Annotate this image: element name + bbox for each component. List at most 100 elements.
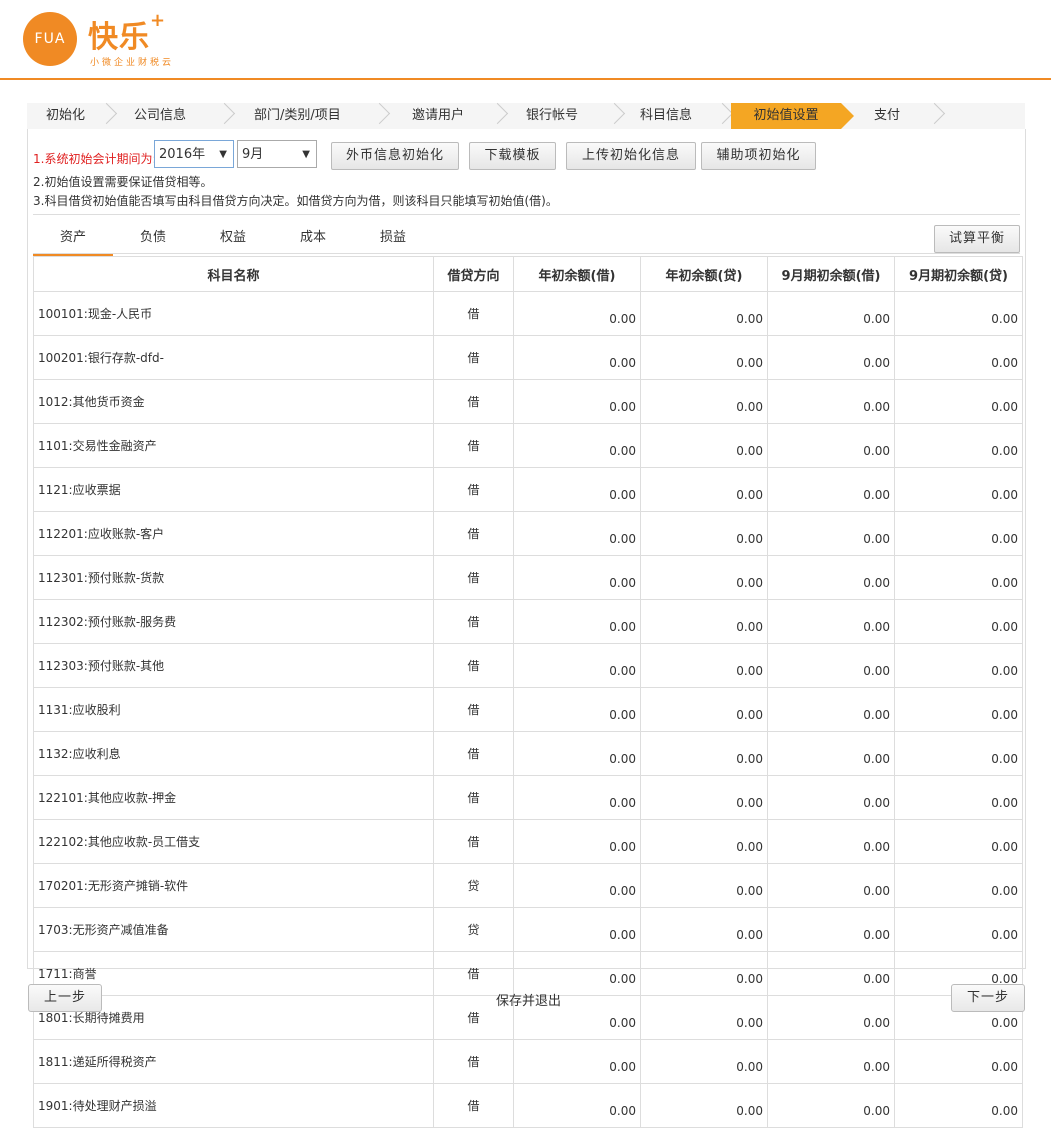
tab-cost[interactable]: 成本: [273, 228, 353, 254]
main-panel: 1.系统初始会计期间为: 2016年 ▼ 9月 ▼ 外币信息初始化 下载模板 上…: [27, 129, 1026, 1128]
period-credit-cell[interactable]: 0.00: [894, 907, 1023, 952]
year-debit-cell[interactable]: 0.00: [513, 687, 641, 732]
aux-init-button[interactable]: 辅助项初始化: [701, 142, 816, 170]
period-credit-cell[interactable]: 0.00: [894, 819, 1023, 864]
year-credit-cell[interactable]: 0.00: [640, 423, 768, 468]
year-debit-cell[interactable]: 0.00: [513, 379, 641, 424]
period-debit-cell[interactable]: 0.00: [767, 555, 895, 600]
fx-init-button[interactable]: 外币信息初始化: [331, 142, 459, 170]
year-debit-cell[interactable]: 0.00: [513, 291, 641, 336]
period-debit-cell[interactable]: 0.00: [767, 951, 895, 996]
period-credit-cell[interactable]: 0.00: [894, 1083, 1023, 1128]
year-credit-cell[interactable]: 0.00: [640, 775, 768, 820]
period-debit-cell[interactable]: 0.00: [767, 423, 895, 468]
period-credit-cell[interactable]: 0.00: [894, 599, 1023, 644]
step-payment[interactable]: 支付: [874, 103, 900, 129]
tab-profit-loss[interactable]: 损益: [353, 228, 433, 254]
trial-balance-button[interactable]: 试算平衡: [934, 225, 1020, 253]
year-debit-cell[interactable]: 0.00: [513, 731, 641, 776]
year-debit-cell[interactable]: 0.00: [513, 599, 641, 644]
year-credit-cell[interactable]: 0.00: [640, 335, 768, 380]
year-select[interactable]: 2016年 ▼: [154, 140, 234, 168]
year-credit-cell[interactable]: 0.00: [640, 951, 768, 996]
period-debit-cell[interactable]: 0.00: [767, 687, 895, 732]
year-credit-cell[interactable]: 0.00: [640, 687, 768, 732]
year-debit-cell[interactable]: 0.00: [513, 423, 641, 468]
period-debit-cell[interactable]: 0.00: [767, 467, 895, 512]
year-credit-cell[interactable]: 0.00: [640, 731, 768, 776]
year-credit-cell[interactable]: 0.00: [640, 907, 768, 952]
period-credit-cell[interactable]: 0.00: [894, 511, 1023, 556]
period-debit-cell[interactable]: 0.00: [767, 599, 895, 644]
year-debit-cell[interactable]: 0.00: [513, 907, 641, 952]
year-credit-cell[interactable]: 0.00: [640, 467, 768, 512]
prev-step-button[interactable]: 上一步: [28, 984, 102, 1012]
year-debit-cell[interactable]: 0.00: [513, 511, 641, 556]
period-debit-cell[interactable]: 0.00: [767, 819, 895, 864]
period-credit-cell[interactable]: 0.00: [894, 643, 1023, 688]
year-debit-cell[interactable]: 0.00: [513, 1039, 641, 1084]
step-invite-users[interactable]: 邀请用户: [412, 103, 464, 129]
year-debit-cell[interactable]: 0.00: [513, 951, 641, 996]
year-debit-cell[interactable]: 0.00: [513, 467, 641, 512]
year-debit-cell[interactable]: 0.00: [513, 819, 641, 864]
year-debit-cell[interactable]: 0.00: [513, 555, 641, 600]
period-credit-cell[interactable]: 0.00: [894, 731, 1023, 776]
step-subject-info[interactable]: 科目信息: [640, 103, 692, 129]
download-template-button[interactable]: 下载模板: [469, 142, 556, 170]
upload-init-button[interactable]: 上传初始化信息: [566, 142, 696, 170]
period-credit-cell[interactable]: 0.00: [894, 335, 1023, 380]
period-credit-cell[interactable]: 0.00: [894, 863, 1023, 908]
tab-liabilities[interactable]: 负债: [113, 228, 193, 254]
period-credit-cell[interactable]: 0.00: [894, 687, 1023, 732]
step-department[interactable]: 部门/类别/项目: [254, 103, 341, 129]
year-credit-cell[interactable]: 0.00: [640, 863, 768, 908]
year-credit-cell[interactable]: 0.00: [640, 1039, 768, 1084]
month-select[interactable]: 9月 ▼: [237, 140, 317, 168]
year-credit-cell[interactable]: 0.00: [640, 555, 768, 600]
period-debit-cell[interactable]: 0.00: [767, 643, 895, 688]
year-debit-cell[interactable]: 0.00: [513, 643, 641, 688]
period-debit-cell[interactable]: 0.00: [767, 907, 895, 952]
period-debit-cell[interactable]: 0.00: [767, 291, 895, 336]
period-debit-cell[interactable]: 0.00: [767, 511, 895, 556]
step-bank-account[interactable]: 银行帐号: [526, 103, 578, 129]
period-debit-cell[interactable]: 0.00: [767, 1039, 895, 1084]
logo-badge[interactable]: FUA: [23, 12, 77, 66]
save-exit-link[interactable]: 保存并退出: [496, 990, 561, 1009]
step-initial-values[interactable]: 初始值设置: [731, 103, 841, 129]
step-company-info[interactable]: 公司信息: [134, 103, 186, 129]
year-debit-cell[interactable]: 0.00: [513, 335, 641, 380]
period-credit-cell[interactable]: 0.00: [894, 467, 1023, 512]
year-debit-cell[interactable]: 0.00: [513, 863, 641, 908]
year-debit-cell[interactable]: 0.00: [513, 1083, 641, 1128]
period-credit-cell[interactable]: 0.00: [894, 1039, 1023, 1084]
dropdown-arrow-icon: ▼: [219, 149, 227, 160]
period-debit-cell[interactable]: 0.00: [767, 863, 895, 908]
tab-equity[interactable]: 权益: [193, 228, 273, 254]
period-debit-cell[interactable]: 0.00: [767, 379, 895, 424]
period-credit-cell[interactable]: 0.00: [894, 379, 1023, 424]
direction-cell: 借: [433, 511, 514, 556]
year-credit-cell[interactable]: 0.00: [640, 291, 768, 336]
period-credit-cell[interactable]: 0.00: [894, 775, 1023, 820]
period-credit-cell[interactable]: 0.00: [894, 555, 1023, 600]
tab-assets[interactable]: 资产: [33, 228, 113, 256]
step-init[interactable]: 初始化: [46, 103, 85, 129]
step-separator-icon: [486, 102, 509, 125]
subject-name-cell: 1703:无形资产减值准备: [33, 907, 434, 952]
year-credit-cell[interactable]: 0.00: [640, 599, 768, 644]
period-credit-cell[interactable]: 0.00: [894, 291, 1023, 336]
year-credit-cell[interactable]: 0.00: [640, 643, 768, 688]
year-credit-cell[interactable]: 0.00: [640, 819, 768, 864]
period-debit-cell[interactable]: 0.00: [767, 731, 895, 776]
year-credit-cell[interactable]: 0.00: [640, 511, 768, 556]
year-credit-cell[interactable]: 0.00: [640, 1083, 768, 1128]
year-credit-cell[interactable]: 0.00: [640, 379, 768, 424]
period-credit-cell[interactable]: 0.00: [894, 423, 1023, 468]
next-step-button[interactable]: 下一步: [951, 984, 1025, 1012]
period-debit-cell[interactable]: 0.00: [767, 335, 895, 380]
period-debit-cell[interactable]: 0.00: [767, 775, 895, 820]
period-debit-cell[interactable]: 0.00: [767, 1083, 895, 1128]
year-debit-cell[interactable]: 0.00: [513, 775, 641, 820]
